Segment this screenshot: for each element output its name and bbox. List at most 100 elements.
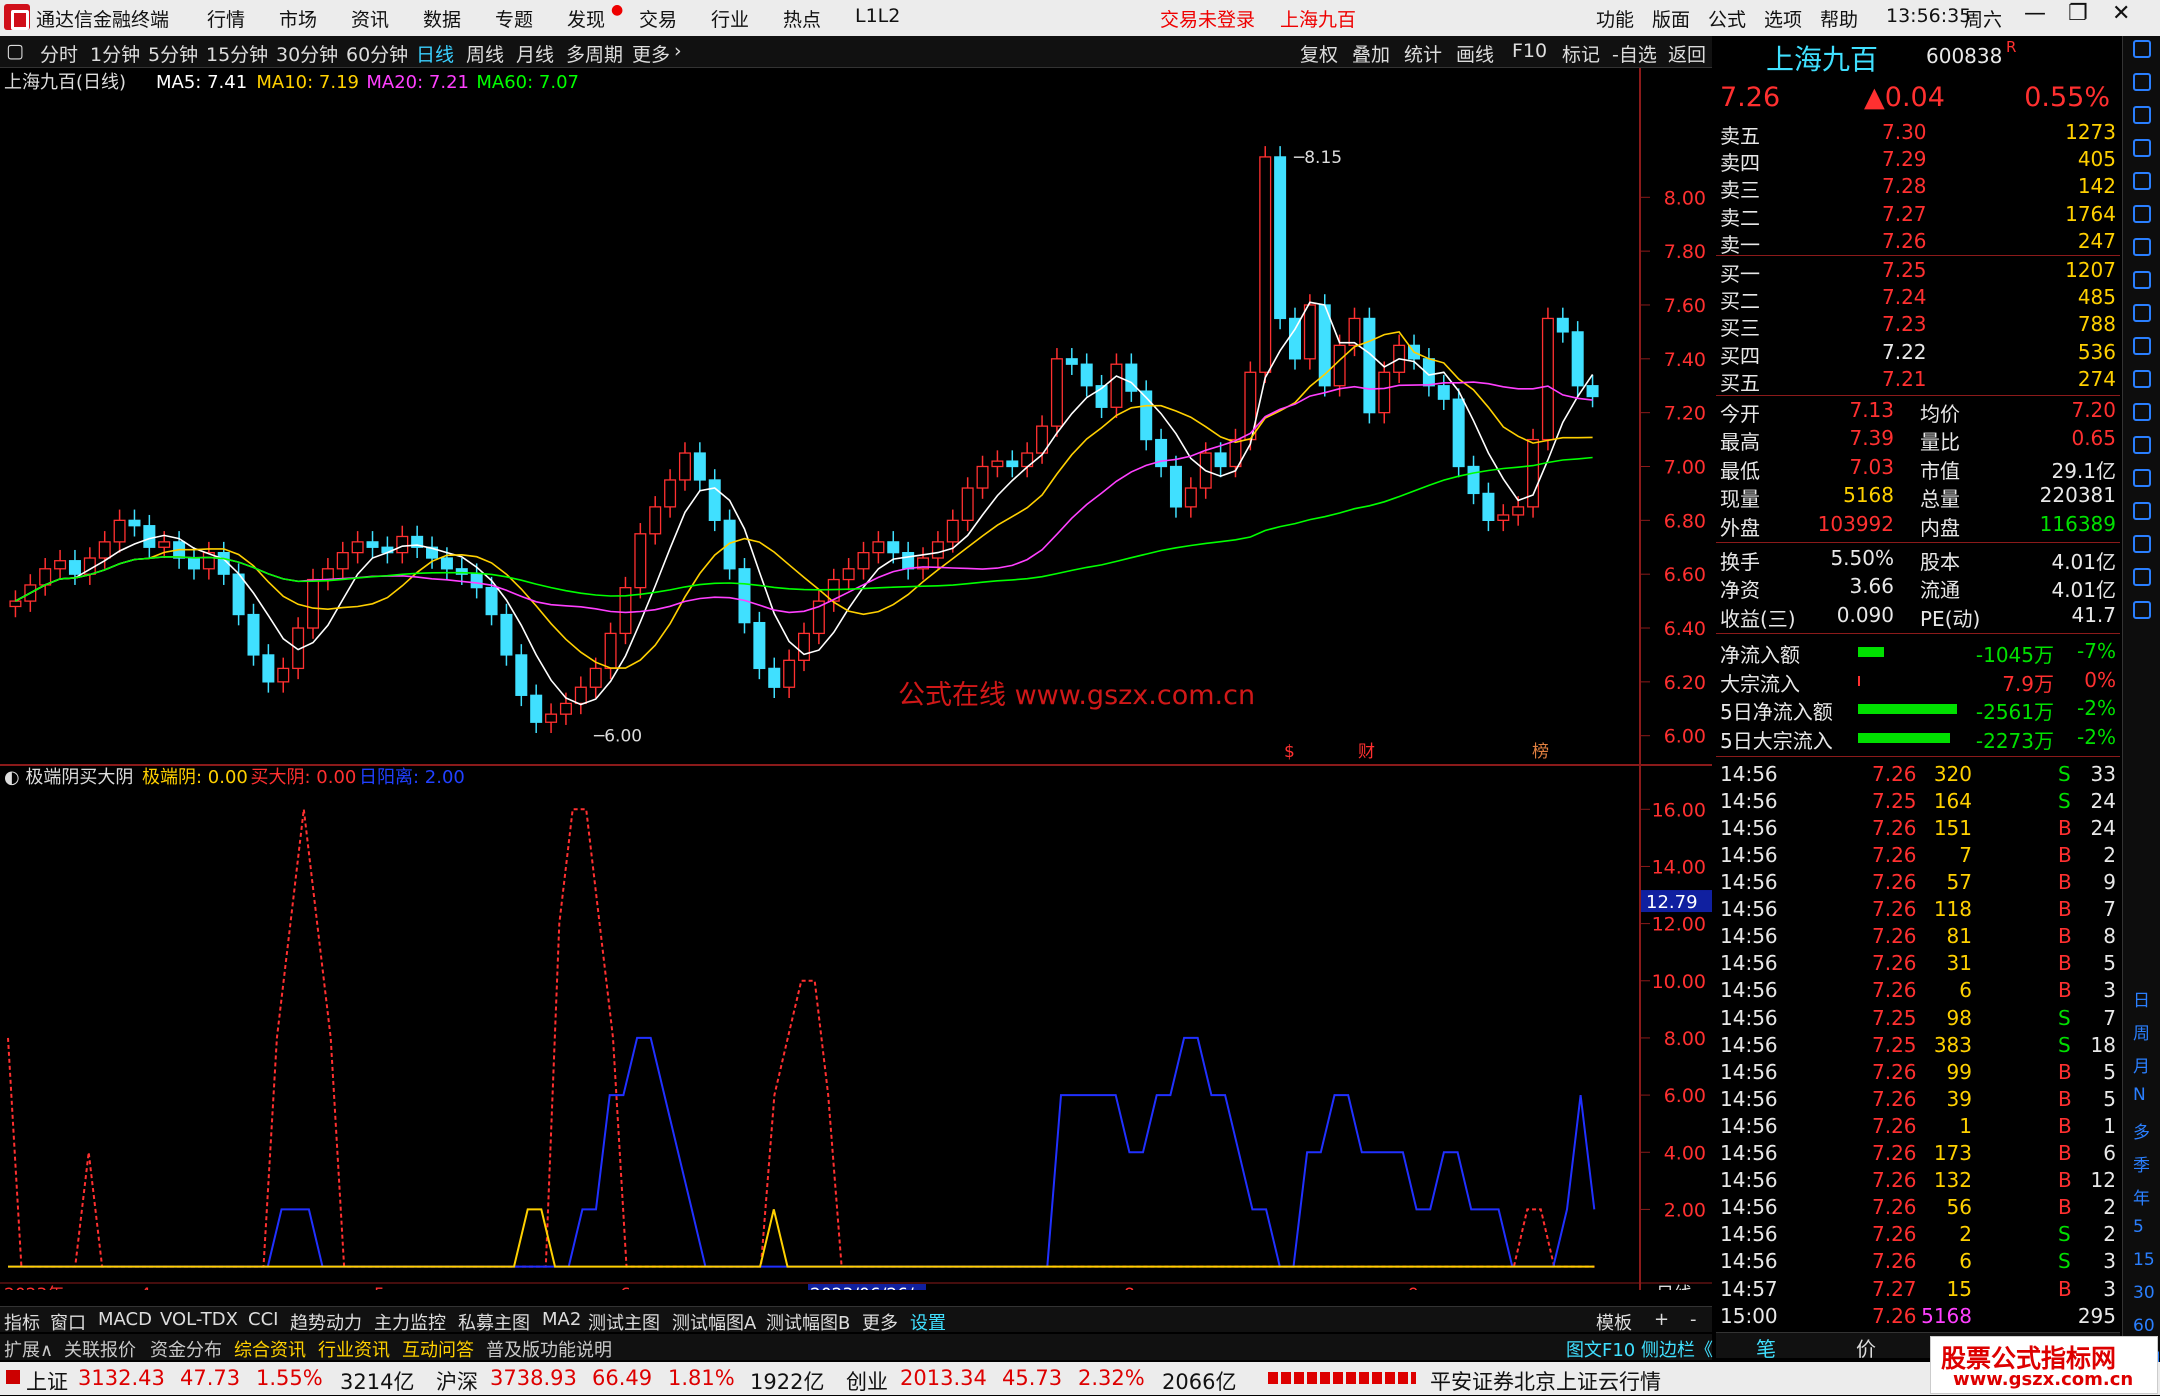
side-period-0[interactable]: 日 — [2133, 986, 2150, 1011]
menu-shichang[interactable]: 市场 — [279, 5, 317, 32]
chart-icon[interactable] — [2133, 502, 2151, 520]
tab-zijin[interactable]: 资金分布 — [150, 1336, 222, 1362]
arrow-down-icon[interactable] — [2133, 106, 2151, 124]
period-30min[interactable]: 30分钟 — [276, 40, 338, 67]
arrow-up-icon[interactable] — [2133, 73, 2151, 91]
menu-faxian[interactable]: 发现 — [567, 5, 605, 32]
side-period-9[interactable]: 30 — [2133, 1283, 2155, 1303]
order-row[interactable]: 卖四 7.29 405 — [1716, 147, 2120, 175]
kline-chart-area[interactable]: 8.00 7.80 7.60 7.40 7.20 7.00 6.80 6.60 6.40 6.20… — [0, 68, 1712, 1290]
order-row[interactable]: 买二 7.24 485 — [1716, 285, 2120, 313]
tab-puji[interactable]: 普及版功能说明 — [486, 1336, 612, 1362]
order-row[interactable]: 卖一 7.26 247 — [1716, 229, 2120, 257]
chart-icon[interactable] — [2133, 469, 2151, 487]
chart-icon[interactable] — [2133, 205, 2151, 223]
menu-xuanxiang[interactable]: 选项 — [1764, 5, 1802, 32]
tab-simu[interactable]: 私募主图 — [458, 1309, 530, 1335]
period-15min[interactable]: 15分钟 — [206, 40, 268, 67]
chart-icon[interactable] — [2133, 172, 2151, 190]
chart-icon[interactable] — [2133, 403, 2151, 421]
tab-ceshi-zhu[interactable]: 测试主图 — [588, 1309, 660, 1335]
tab-kuozhan[interactable]: 扩展∧ — [4, 1336, 53, 1362]
side-period-5[interactable]: 季 — [2133, 1151, 2150, 1176]
login-status[interactable]: 交易未登录 — [1160, 5, 1255, 32]
arrow-up-icon[interactable] — [2133, 40, 2151, 58]
action-f10[interactable]: F10 — [1512, 40, 1547, 62]
tab-macd[interactable]: MACD — [98, 1309, 152, 1330]
order-row[interactable]: 卖二 7.27 1764 — [1716, 202, 2120, 230]
chart-icon[interactable] — [2133, 304, 2151, 322]
tab-zhibiao[interactable]: 指标 — [4, 1309, 40, 1335]
tab-shezhi[interactable]: 设置 — [910, 1309, 946, 1335]
period-multi[interactable]: 多周期 — [566, 40, 623, 67]
tab-guanlian[interactable]: 关联报价 — [64, 1336, 136, 1362]
menu-hangqing[interactable]: 行情 — [207, 5, 245, 32]
zoom-in-button[interactable]: + — [1654, 1309, 1669, 1330]
period-monthly[interactable]: 月线 — [516, 40, 554, 67]
text-icon[interactable] — [2133, 337, 2151, 355]
period-more[interactable]: 更多 — [632, 40, 670, 67]
chart-icon[interactable] — [2133, 568, 2151, 586]
chart-icon[interactable] — [2133, 436, 2151, 454]
menu-gongneng[interactable]: 功能 — [1596, 5, 1634, 32]
menu-bangzhu[interactable]: 帮助 — [1820, 5, 1858, 32]
index-sh-name[interactable]: 上证 — [26, 1366, 68, 1396]
order-row[interactable]: 卖五 7.30 1273 — [1716, 120, 2120, 148]
action-zixuan[interactable]: -自选 — [1612, 40, 1657, 67]
chart-icon[interactable] — [2133, 535, 2151, 553]
side-period-8[interactable]: 15 — [2133, 1250, 2155, 1270]
window-menu-icon[interactable]: ▢ — [6, 40, 24, 62]
period-5min[interactable]: 5分钟 — [148, 40, 198, 67]
action-biaoji[interactable]: 标记 — [1562, 40, 1600, 67]
tab-muban[interactable]: 模板 — [1596, 1309, 1632, 1335]
action-huaxian[interactable]: 画线 — [1456, 40, 1494, 67]
period-daily[interactable]: 日线 — [416, 40, 454, 67]
tab-hangye-zixun[interactable]: 行业资讯 — [318, 1336, 390, 1362]
chevron-right-icon[interactable]: › — [674, 40, 682, 62]
chart-icon[interactable] — [2133, 601, 2151, 619]
sidebar-toggle[interactable]: 图文F10 侧边栏《 — [1566, 1336, 1713, 1362]
side-period-4[interactable]: 多 — [2133, 1118, 2150, 1143]
tab-ceshi-a[interactable]: 测试幅图A — [672, 1309, 756, 1335]
tab-ceshi-b[interactable]: 测试幅图B — [766, 1309, 850, 1335]
tab-zhuli[interactable]: 主力监控 — [374, 1309, 446, 1335]
side-period-3[interactable]: N — [2133, 1085, 2146, 1105]
period-weekly[interactable]: 周线 — [466, 40, 504, 67]
menu-shuju[interactable]: 数据 — [423, 5, 461, 32]
tab-ma2[interactable]: MA2 — [542, 1309, 581, 1330]
tab-zonghe[interactable]: 综合资讯 — [234, 1336, 306, 1362]
menu-jiaoyi[interactable]: 交易 — [639, 5, 677, 32]
tab-qushi[interactable]: 趋势动力 — [290, 1309, 362, 1335]
tab-cci[interactable]: CCI — [248, 1309, 278, 1330]
minimize-icon[interactable]: — — [2024, 1, 2046, 26]
menu-redian[interactable]: 热点 — [783, 5, 821, 32]
menu-hangye[interactable]: 行业 — [711, 5, 749, 32]
action-diejia[interactable]: 叠加 — [1352, 40, 1390, 67]
menu-gongshi[interactable]: 公式 — [1708, 5, 1746, 32]
tab-chuangkou[interactable]: 窗口 — [50, 1309, 86, 1335]
list-icon[interactable] — [2133, 370, 2151, 388]
tab-bi[interactable]: 笔 — [1756, 1333, 1776, 1362]
action-tongji[interactable]: 统计 — [1404, 40, 1442, 67]
period-60min[interactable]: 60分钟 — [346, 40, 408, 67]
side-period-6[interactable]: 年 — [2133, 1184, 2150, 1209]
index-hs-name[interactable]: 沪深 — [436, 1366, 478, 1396]
restore-icon[interactable]: ❐ — [2068, 1, 2088, 26]
tab-hudong[interactable]: 互动问答 — [402, 1336, 474, 1362]
zoom-out-button[interactable]: - — [1690, 1309, 1697, 1330]
menu-banmian[interactable]: 版面 — [1652, 5, 1690, 32]
chart-icon[interactable] — [2133, 238, 2151, 256]
side-period-1[interactable]: 周 — [2133, 1019, 2150, 1044]
action-fanhui[interactable]: 返回 — [1668, 40, 1706, 67]
side-period-2[interactable]: 月 — [2133, 1052, 2150, 1077]
menu-l1l2[interactable]: L1L2 — [855, 5, 900, 27]
action-fuquan[interactable]: 复权 — [1300, 40, 1338, 67]
menu-zhuanti[interactable]: 专题 — [495, 5, 533, 32]
server-name[interactable]: 平安证券北京上证云行情 — [1430, 1366, 1661, 1396]
tab-jia[interactable]: 价 — [1856, 1333, 1876, 1362]
side-period-10[interactable]: 60 — [2133, 1316, 2155, 1336]
period-1min[interactable]: 1分钟 — [90, 40, 140, 67]
chart-icon[interactable] — [2133, 139, 2151, 157]
order-row[interactable]: 卖三 7.28 142 — [1716, 174, 2120, 202]
period-fenshi[interactable]: 分时 — [40, 40, 78, 67]
